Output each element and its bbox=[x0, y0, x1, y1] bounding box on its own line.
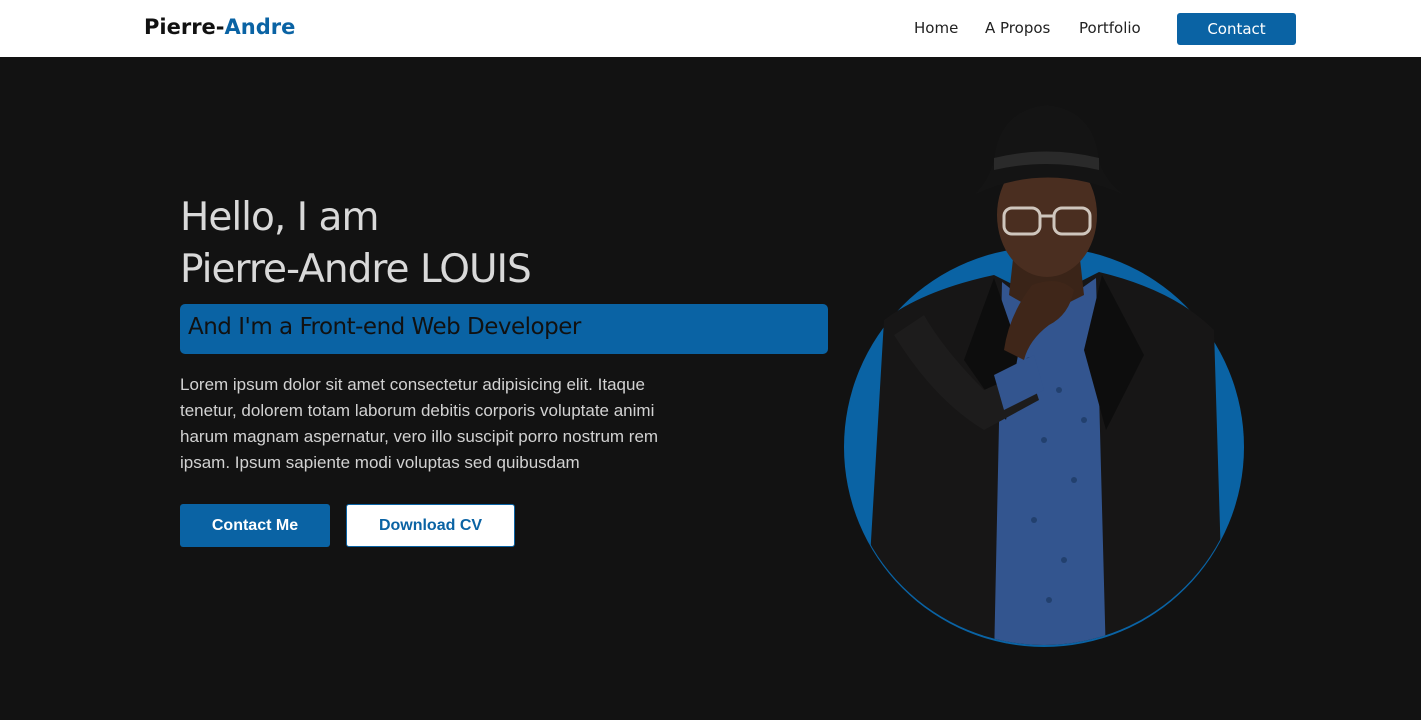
nav-link-home[interactable]: Home bbox=[914, 19, 958, 37]
navbar: Pierre-Andre Home A Propos Portfolio Con… bbox=[0, 0, 1421, 57]
nav-link-about[interactable]: A Propos bbox=[985, 19, 1050, 37]
person-portrait-icon bbox=[844, 105, 1244, 647]
role-text: And I'm a Front-end Web Developer bbox=[188, 314, 581, 340]
greeting-line-2: Pierre-Andre LOUIS bbox=[180, 247, 532, 292]
greeting-line-1: Hello, I am bbox=[180, 195, 379, 240]
nav-contact-button[interactable]: Contact bbox=[1177, 13, 1296, 45]
role-banner: And I'm a Front-end Web Developer bbox=[180, 304, 828, 354]
intro-paragraph: Lorem ipsum dolor sit amet consectetur a… bbox=[180, 375, 659, 472]
logo-accent: Andre bbox=[224, 15, 296, 39]
nav-link-portfolio[interactable]: Portfolio bbox=[1079, 19, 1141, 37]
site-logo[interactable]: Pierre-Andre bbox=[144, 15, 295, 39]
contact-me-button[interactable]: Contact Me bbox=[180, 504, 330, 547]
download-cv-button[interactable]: Download CV bbox=[346, 504, 515, 547]
logo-first: Pierre- bbox=[144, 15, 225, 39]
hero-heading: Hello, I am Pierre-Andre LOUIS bbox=[180, 192, 532, 296]
